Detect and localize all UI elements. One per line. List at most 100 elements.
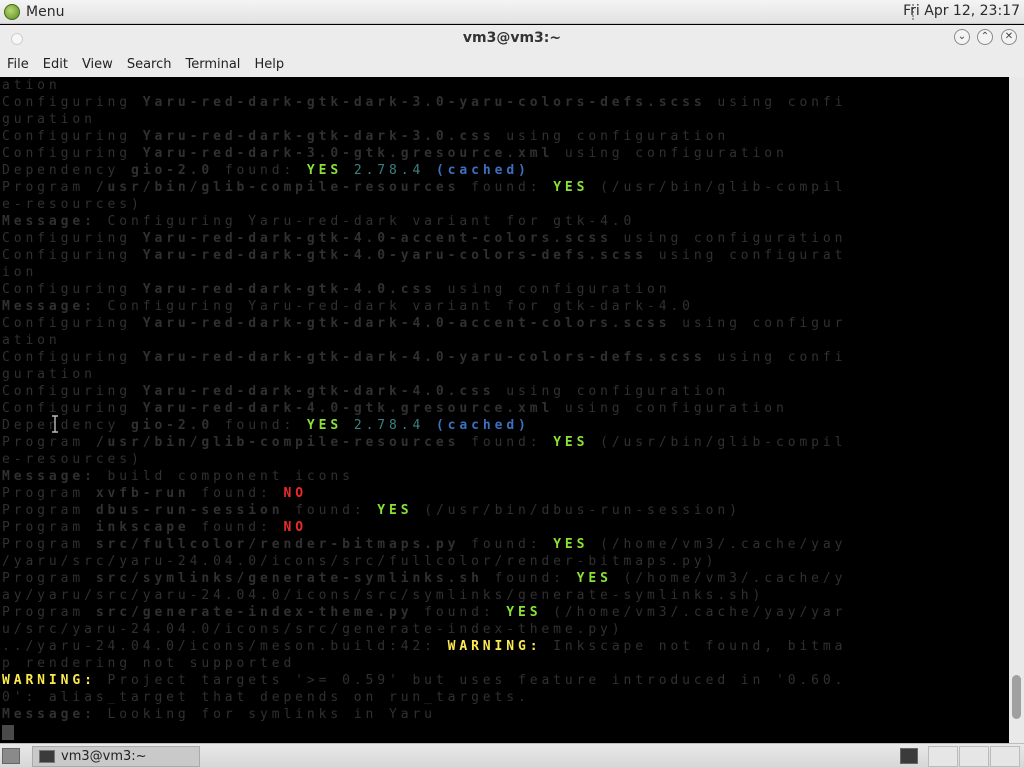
- minimize-icon[interactable]: ⌄: [954, 29, 970, 45]
- terminal-text: (cached): [435, 418, 530, 433]
- menu-button[interactable]: Menu: [4, 2, 64, 22]
- terminal-text: Program: [2, 520, 96, 535]
- terminal-text: p rendering not supported: [2, 656, 296, 671]
- terminal-text: Configuring Yaru-red-dark variant for gt…: [95, 214, 636, 229]
- show-desktop-icon[interactable]: [2, 748, 20, 764]
- menu-label: Menu: [26, 4, 65, 20]
- terminal-text: found:: [283, 503, 378, 518]
- terminal-text: found:: [459, 537, 554, 552]
- terminal-text: /usr/bin/glib-compile-resources: [95, 435, 460, 450]
- scrollbar-thumb[interactable]: [1012, 675, 1021, 719]
- terminal-text: YES: [553, 180, 589, 195]
- terminal-text: (/usr/bin/dbus-run-session): [412, 503, 741, 518]
- menu-view[interactable]: View: [75, 57, 120, 72]
- terminal-text: using configuration: [611, 231, 847, 246]
- terminal-text: (/usr/bin/glib-compil: [588, 435, 847, 450]
- linux-mint-logo-icon: [4, 4, 20, 20]
- taskbar-item-label: vm3@vm3:~: [61, 749, 147, 764]
- terminal-text: Yaru-red-dark-gtk-dark-4.0-yaru-colors-d…: [142, 350, 706, 365]
- terminal-line: Configuring Yaru-red-dark-gtk-dark-4.0-a…: [2, 315, 846, 332]
- terminal-text: Program: [2, 571, 96, 586]
- terminal-line: Program xvfb-run found: NO: [2, 485, 307, 502]
- workspace-1[interactable]: [928, 746, 958, 767]
- terminal-line: Message: Looking for symlinks in Yaru: [2, 706, 436, 723]
- terminal-line: ation: [2, 332, 61, 349]
- terminal-text: e-resources): [2, 452, 143, 467]
- terminal-text: using configuration: [553, 146, 788, 161]
- window-titlebar[interactable]: vm3@vm3:~ ⌄ ⌃ ✕: [0, 25, 1024, 52]
- terminal-line: Dependency gio-2.0 found: YES 2.78.4 (ca…: [2, 417, 530, 434]
- terminal-cursor: [2, 725, 14, 740]
- terminal-text: Yaru-red-dark-gtk-4.0-yaru-colors-defs.s…: [142, 248, 647, 263]
- terminal-text: NO: [283, 486, 307, 501]
- terminal-text: YES: [576, 571, 612, 586]
- terminal-line: Configuring Yaru-red-dark-4.0-gtk.gresou…: [2, 400, 788, 417]
- terminal-line: Configuring Yaru-red-dark-gtk-dark-4.0-y…: [2, 349, 846, 366]
- terminal-text: (/home/vm3/.cache/yay: [588, 537, 847, 552]
- terminal-text: using confi: [705, 350, 847, 365]
- terminal-line: Configuring Yaru-red-dark-gtk-dark-4.0.c…: [2, 383, 729, 400]
- terminal-text: Dependency: [2, 163, 131, 178]
- terminal-text: Program: [2, 503, 96, 518]
- terminal-text: Program: [2, 537, 96, 552]
- terminal-line: ion: [2, 264, 37, 281]
- workspace-3[interactable]: [990, 746, 1020, 767]
- terminal-text: Dependency: [2, 418, 131, 433]
- terminal-text: e-resources): [2, 197, 143, 212]
- terminal-text: using configurat: [646, 248, 847, 263]
- terminal-icon: [39, 750, 55, 763]
- terminal-text: (/home/vm3/.cache/yay/yar: [541, 605, 847, 620]
- terminal-text: Message:: [2, 299, 96, 314]
- clock[interactable]: Fri Apr 12, 23:17: [903, 3, 1020, 19]
- terminal-text: using configuration: [553, 401, 788, 416]
- terminal-line: e-resources): [2, 451, 143, 468]
- close-icon[interactable]: ✕: [1001, 29, 1017, 45]
- terminal-text: Configuring: [2, 282, 143, 297]
- terminal-output[interactable]: Message: Looking for symlinks in Yaru 0':…: [0, 77, 1009, 743]
- terminal-text: dbus-run-session: [95, 503, 284, 518]
- terminal-text: YES: [506, 605, 542, 620]
- terminal-text: Program: [2, 435, 96, 450]
- menu-search[interactable]: Search: [120, 57, 179, 72]
- menu-help[interactable]: Help: [247, 57, 291, 72]
- terminal-text: WARNING:: [447, 639, 542, 654]
- terminal-text: build component icons: [95, 469, 354, 484]
- tray-terminal-icon[interactable]: [900, 748, 918, 764]
- menu-file[interactable]: File: [0, 57, 36, 72]
- workspace-2[interactable]: [959, 746, 989, 767]
- terminal-text: Yaru-red-dark-gtk-dark-3.0.css: [142, 129, 495, 144]
- terminal-text: 2.78.4: [353, 163, 425, 178]
- terminal-text: Looking for symlinks in Yaru: [95, 707, 436, 722]
- terminal-text: found:: [213, 163, 307, 178]
- terminal-line: ay/yaru/src/yaru-24.04.0/icons/src/symli…: [2, 587, 764, 604]
- terminal-text: u/src/yaru-24.04.0/icons/src/generate-in…: [2, 622, 624, 637]
- terminal-text: NO: [283, 520, 307, 535]
- terminal-line: Configuring Yaru-red-dark-gtk-4.0-accent…: [2, 230, 846, 247]
- terminal-text: Configuring: [2, 350, 143, 365]
- terminal-text: ../yaru-24.04.0/icons/meson.build:42:: [2, 639, 448, 654]
- menu-terminal[interactable]: Terminal: [178, 57, 247, 72]
- terminal-text: src/symlinks/generate-symlinks.sh: [95, 571, 483, 586]
- terminal-text: found:: [189, 520, 284, 535]
- terminal-text: gio-2.0: [131, 163, 214, 178]
- taskbar-item-terminal[interactable]: vm3@vm3:~: [32, 746, 200, 767]
- top-panel: Menu Fri Apr 12, 23:17: [0, 0, 1024, 24]
- terminal-text: Configuring: [2, 95, 143, 110]
- terminal-line: Program /usr/bin/glib-compile-resources …: [2, 434, 846, 451]
- terminal-text: (/home/vm3/.cache/y: [611, 571, 847, 586]
- terminal-text: found:: [459, 435, 554, 450]
- terminal-text: YES: [553, 537, 589, 552]
- terminal-text: Message:: [2, 707, 96, 722]
- terminal-text: (cached): [435, 163, 530, 178]
- terminal-text: Configuring: [2, 316, 143, 331]
- terminal-line: /yaru/src/yaru-24.04.0/icons/src/fullcol…: [2, 553, 717, 570]
- terminal-line: Program inkscape found: NO: [2, 519, 307, 536]
- terminal-line: Configuring Yaru-red-dark-gtk-dark-3.0-y…: [2, 94, 846, 111]
- terminal-line: Configuring Yaru-red-dark-gtk-4.0-yaru-c…: [2, 247, 846, 264]
- terminal-scrollbar[interactable]: [1009, 77, 1024, 743]
- menu-edit[interactable]: Edit: [36, 57, 75, 72]
- terminal-text: Program: [2, 180, 96, 195]
- maximize-icon[interactable]: ⌃: [977, 29, 993, 45]
